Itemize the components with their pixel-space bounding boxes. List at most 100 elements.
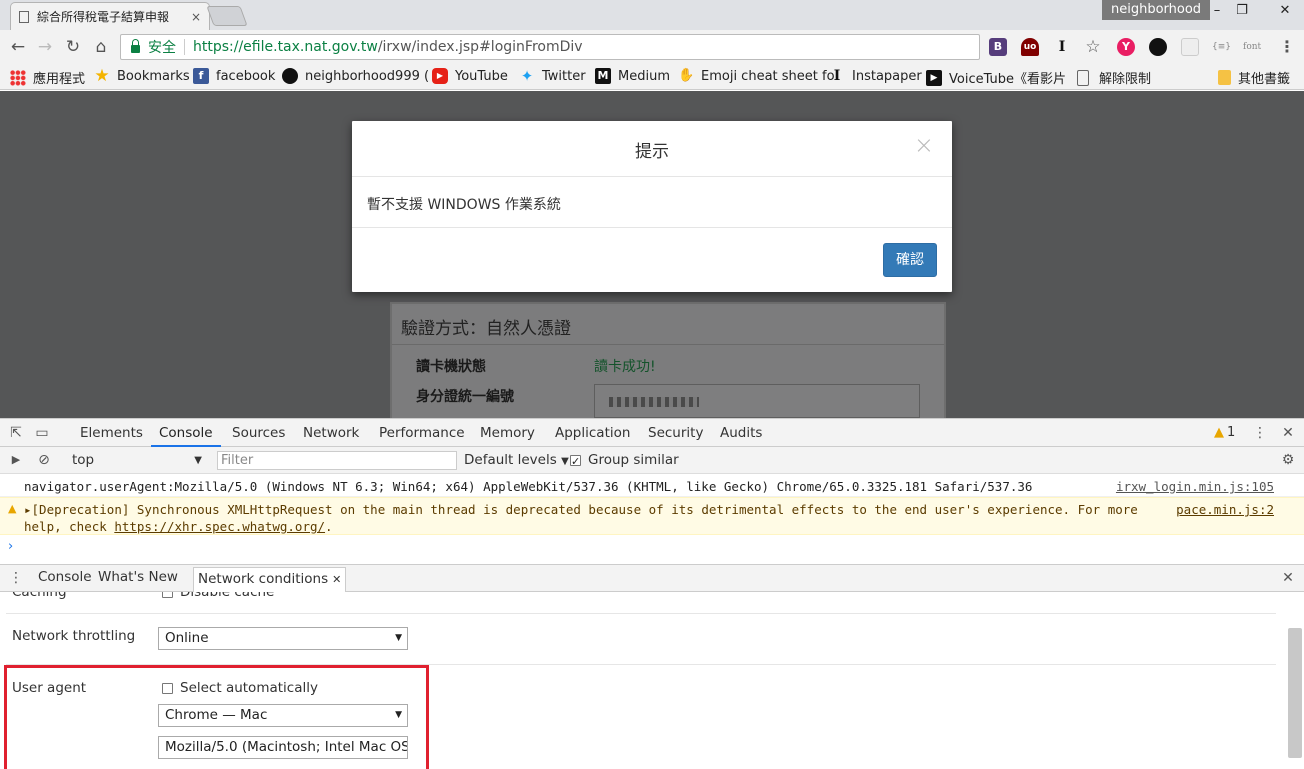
bookmark-unlock[interactable]: 解除限制 — [1077, 68, 1151, 87]
group-similar-checkbox[interactable] — [570, 452, 581, 471]
modal-footer: 確認 — [352, 228, 952, 292]
home-icon[interactable]: ⌂ — [89, 35, 113, 59]
inspect-element-icon[interactable]: ⇱ — [8, 425, 24, 441]
drawer-tab-console[interactable]: Console — [38, 569, 92, 585]
thumbs-up-icon: ✋ — [678, 68, 695, 83]
devtools-close-icon[interactable]: ✕ — [1280, 425, 1296, 441]
devtools-tabbar: ⇱ ▭ Elements Console Sources Network Per… — [0, 419, 1304, 447]
tab-security[interactable]: Security — [640, 419, 711, 447]
bookmark-label: Twitter — [542, 68, 586, 84]
menu-kebab-icon[interactable]: ⋮ — [1278, 38, 1296, 56]
close-icon[interactable]: × — [914, 131, 934, 159]
disable-cache-checkbox[interactable] — [162, 592, 173, 598]
close-tab-icon[interactable]: ✕ — [332, 573, 341, 586]
json-viewer-icon[interactable]: {≡} — [1212, 38, 1231, 56]
forward-icon[interactable]: → — [33, 35, 57, 59]
drawer-tabbar: ⋮ Console What's New Network conditions ✕… — [0, 564, 1304, 592]
bookmark-medium[interactable]: M Medium — [595, 68, 670, 84]
page-icon — [1077, 69, 1089, 86]
browser-tab[interactable]: 綜合所得稅電子結算申報 × — [10, 2, 210, 30]
warning-source-link[interactable]: pace.min.js:2 — [1176, 502, 1274, 517]
bookmark-youtube[interactable]: ▶ YouTube — [432, 68, 508, 84]
modal-title: 提示 — [635, 142, 669, 162]
group-similar-toggle[interactable]: Group similar — [570, 451, 679, 471]
bookmark-emoji-cheat-sheet[interactable]: ✋ Emoji cheat sheet fo — [678, 68, 835, 84]
id-input[interactable] — [594, 384, 920, 418]
profile-button[interactable]: neighborhood — [1102, 0, 1211, 20]
omnibox-divider — [184, 39, 185, 55]
bookmark-twitter[interactable]: ✦ Twitter — [519, 68, 586, 84]
bookmark-github[interactable]: neighborhood999 ( — [282, 68, 429, 84]
close-window-button[interactable]: ✕ — [1266, 0, 1304, 22]
bookmark-instapaper[interactable]: I Instapaper — [829, 68, 922, 84]
security-label: 安全 — [148, 40, 176, 56]
new-tab-button[interactable] — [206, 6, 248, 26]
maximize-button[interactable]: ❐ — [1227, 0, 1257, 22]
bootstrap-extension-icon[interactable]: B — [989, 38, 1007, 56]
devtools-menu-icon[interactable]: ⋮ — [1252, 425, 1268, 441]
sidebar-toggle-icon[interactable]: ▶ — [8, 452, 24, 468]
tab-application[interactable]: Application — [547, 419, 638, 447]
address-bar[interactable]: 安全 https://efile.tax.nat.gov.tw /irxw/in… — [120, 34, 980, 60]
font-extension-icon[interactable]: font — [1243, 38, 1261, 56]
drawer-tab-network-conditions[interactable]: Network conditions ✕ — [193, 567, 347, 592]
drawer-scrollbar[interactable] — [1288, 628, 1302, 758]
tab-audits[interactable]: Audits — [712, 419, 770, 447]
youtube-icon: ▶ — [432, 68, 448, 84]
apps-grid-icon — [10, 69, 26, 86]
disable-cache-toggle[interactable]: Disable cache — [162, 592, 274, 600]
confirm-button[interactable]: 確認 — [883, 243, 937, 277]
throttling-select[interactable]: Online ▼ — [158, 627, 408, 650]
tab-network[interactable]: Network — [295, 419, 367, 447]
device-toolbar-icon[interactable]: ▭ — [34, 425, 50, 441]
bookmark-other[interactable]: 其他書籤 — [1218, 68, 1290, 87]
tab-console[interactable]: Console — [151, 419, 221, 447]
voicetube-icon: ▶ — [926, 69, 942, 86]
card-status-label: 讀卡機狀態 — [416, 359, 486, 375]
github-icon — [282, 68, 298, 84]
warning-help-link[interactable]: https://xhr.spec.whatwg.org/ — [114, 519, 325, 534]
console-settings-gear-icon[interactable]: ⚙ — [1280, 452, 1296, 468]
chevron-down-icon: ▼ — [194, 455, 202, 466]
warning-icon: ▲ — [8, 502, 17, 515]
ublock-extension-icon[interactable]: uo — [1021, 38, 1039, 56]
context-value: top — [72, 452, 95, 468]
bookmark-facebook[interactable]: f facebook — [193, 68, 275, 84]
drawer-close-icon[interactable]: ✕ — [1280, 570, 1296, 586]
drawer-tab-label: Network conditions — [198, 571, 329, 587]
medium-icon: M — [595, 68, 611, 84]
warning-text: [Deprecation] Synchronous XMLHttpRequest… — [31, 502, 1138, 517]
console-prompt[interactable]: › — [8, 539, 13, 554]
folder-icon — [1218, 70, 1231, 85]
tab-close-icon[interactable]: × — [191, 10, 201, 24]
tab-elements[interactable]: Elements — [72, 419, 151, 447]
warning-icon: ▲ — [1214, 425, 1224, 440]
lock-icon — [131, 38, 140, 53]
reload-icon[interactable]: ↻ — [61, 35, 85, 59]
drawer-tab-whats-new[interactable]: What's New — [98, 569, 178, 585]
extension-grey-icon[interactable] — [1181, 38, 1199, 56]
star-bookmark-icon[interactable]: ☆ — [1084, 38, 1102, 56]
extension-pink-icon[interactable]: Y — [1117, 38, 1135, 56]
levels-dropdown[interactable]: Default levels ▼ — [464, 451, 569, 471]
highlight-annotation-box — [4, 665, 429, 769]
bookmark-bookmarks[interactable]: ★ Bookmarks — [94, 68, 189, 85]
console-toolbar: ▶ ⊘ top ▼ Filter Default levels ▼ Group s… — [0, 447, 1304, 474]
drawer-menu-icon[interactable]: ⋮ — [8, 570, 24, 586]
tab-performance[interactable]: Performance — [371, 419, 473, 447]
filter-input[interactable]: Filter — [217, 451, 457, 470]
bookmark-apps[interactable]: 應用程式 — [10, 68, 85, 87]
context-selector[interactable]: top ▼ — [66, 451, 206, 470]
bookmark-voicetube[interactable]: ▶ VoiceTube《看影片 — [926, 68, 1066, 87]
clear-console-icon[interactable]: ⊘ — [36, 452, 52, 468]
id-label: 身分證統一編號 — [416, 389, 514, 405]
extension-avatar-icon[interactable] — [1149, 38, 1167, 56]
log-source-link[interactable]: irxw_login.min.js:105 — [1116, 479, 1274, 494]
warning-counter[interactable]: ▲ 1 — [1214, 425, 1235, 440]
instapaper-extension-icon[interactable]: I — [1053, 38, 1071, 56]
tab-memory[interactable]: Memory — [472, 419, 543, 447]
back-icon[interactable]: ← — [6, 35, 30, 59]
modal-message: 暫不支援 WINDOWS 作業系統 — [352, 177, 952, 228]
group-similar-label: Group similar — [588, 452, 679, 468]
tab-sources[interactable]: Sources — [224, 419, 293, 447]
